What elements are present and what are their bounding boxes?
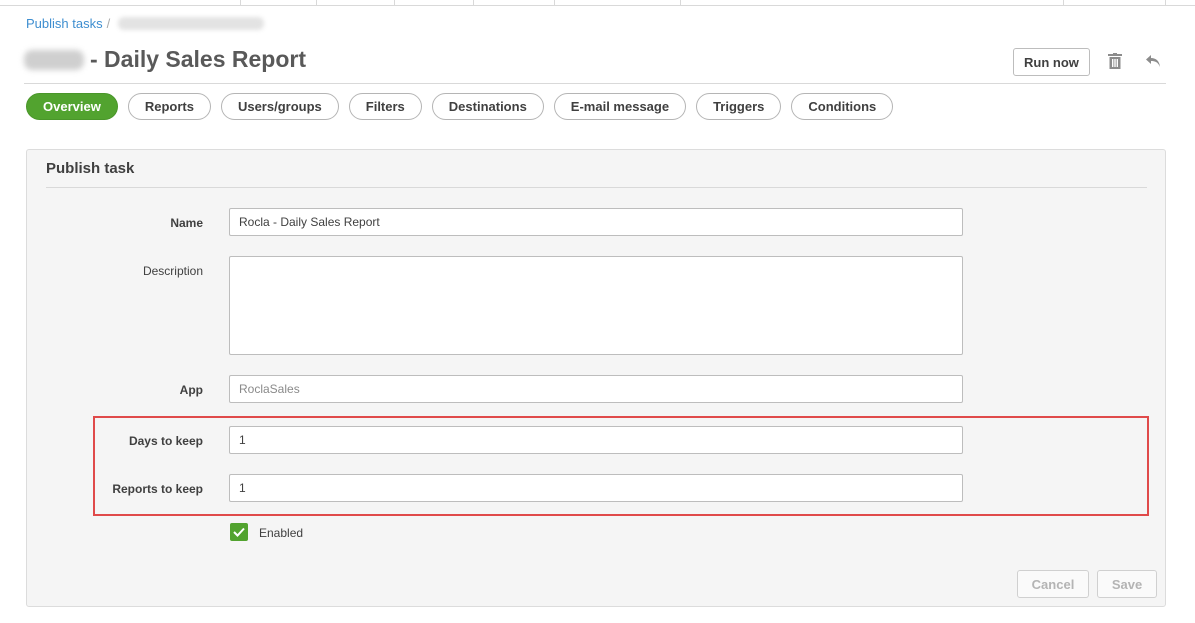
tab-conditions[interactable]: Conditions [791,93,894,120]
panel-title: Publish task [46,160,135,177]
cancel-button[interactable]: Cancel [1017,570,1089,598]
description-field[interactable] [229,256,963,355]
tab-triggers[interactable]: Triggers [696,93,782,120]
breadcrumb: Publish tasks / [26,14,265,32]
tab-reports[interactable]: Reports [127,93,211,120]
top-bar-divider [680,0,681,6]
breadcrumb-publish-tasks-link[interactable]: Publish tasks [26,16,103,31]
tab-users-groups[interactable]: Users/groups [220,93,339,120]
top-bar-divider [1063,0,1064,6]
description-label: Description [142,264,203,278]
top-bar-divider [240,0,241,6]
breadcrumb-current-redacted [118,16,265,30]
enabled-checkbox[interactable] [230,523,248,541]
tab-email-message[interactable]: E-mail message [553,93,687,120]
checkmark-icon [233,527,245,537]
top-bar-divider [1165,0,1166,6]
title-redacted [24,49,84,70]
highlight-box [93,416,1149,516]
page-header: - Daily Sales Report Run now [24,44,1166,84]
run-now-button[interactable]: Run now [1013,48,1090,76]
publish-task-panel: Publish task Name Description App Days t… [26,149,1166,607]
save-button[interactable]: Save [1097,570,1157,598]
page-title: - Daily Sales Report [24,46,306,73]
top-bar [0,0,1195,6]
top-bar-divider [554,0,555,6]
tab-overview[interactable]: Overview [26,93,118,120]
name-label: Name [170,216,203,230]
tab-filters[interactable]: Filters [348,93,422,120]
page-title-text: - Daily Sales Report [90,46,307,72]
top-bar-divider [316,0,317,6]
undo-arrow-icon[interactable] [1142,50,1164,72]
top-bar-divider [394,0,395,6]
panel-divider [46,187,1147,188]
app-field[interactable] [229,375,963,403]
app-label: App [179,383,203,397]
top-bar-divider [473,0,474,6]
tab-destinations[interactable]: Destinations [431,93,544,120]
breadcrumb-separator: / [106,15,111,31]
name-field[interactable] [229,208,963,236]
enabled-label: Enabled [259,526,304,540]
tab-bar: Overview Reports Users/groups Filters De… [26,93,894,120]
trash-icon[interactable] [1104,50,1126,72]
